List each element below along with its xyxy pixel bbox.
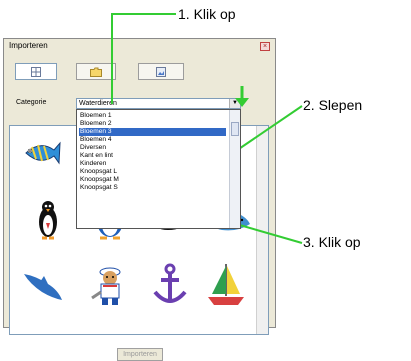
dropdown-option-knoopsgat-s[interactable]: Knoopsgat S [79,184,226,192]
dropdown-option-bloemen-4[interactable]: Bloemen 4 [79,136,226,144]
dropdown-scrollbar[interactable] [229,110,240,228]
dropdown-option-knoopsgat-m[interactable]: Knoopsgat M [79,176,226,184]
dropdown-option-bloemen-1[interactable]: Bloemen 1 [79,112,226,120]
callout-step-3: 3. Klik op [303,234,361,250]
callout-line-1 [111,13,176,104]
drag-arrow-icon [235,86,249,107]
import-button[interactable]: Importeren [117,348,163,361]
dropdown-option-knoopsgat-l[interactable]: Knoopsgat L [79,168,226,176]
dropdown-option-bloemen-3[interactable]: Bloemen 3 [79,128,226,136]
dropdown-option-bloemen-2[interactable]: Bloemen 2 [79,120,226,128]
category-dropdown-list: Bloemen 1 Bloemen 2 Bloemen 3 Bloemen 4 … [76,109,241,229]
dropdown-scroll-thumb[interactable] [231,122,239,136]
dropdown-option-diversen[interactable]: Diversen [79,144,226,152]
callout-step-1: 1. Klik op [178,6,236,22]
callout-step-2: 2. Slepen [303,97,363,113]
dropdown-option-kant-en-lint[interactable]: Kant en lint [79,152,226,160]
dropdown-option-kinderen[interactable]: Kinderen [79,160,226,168]
